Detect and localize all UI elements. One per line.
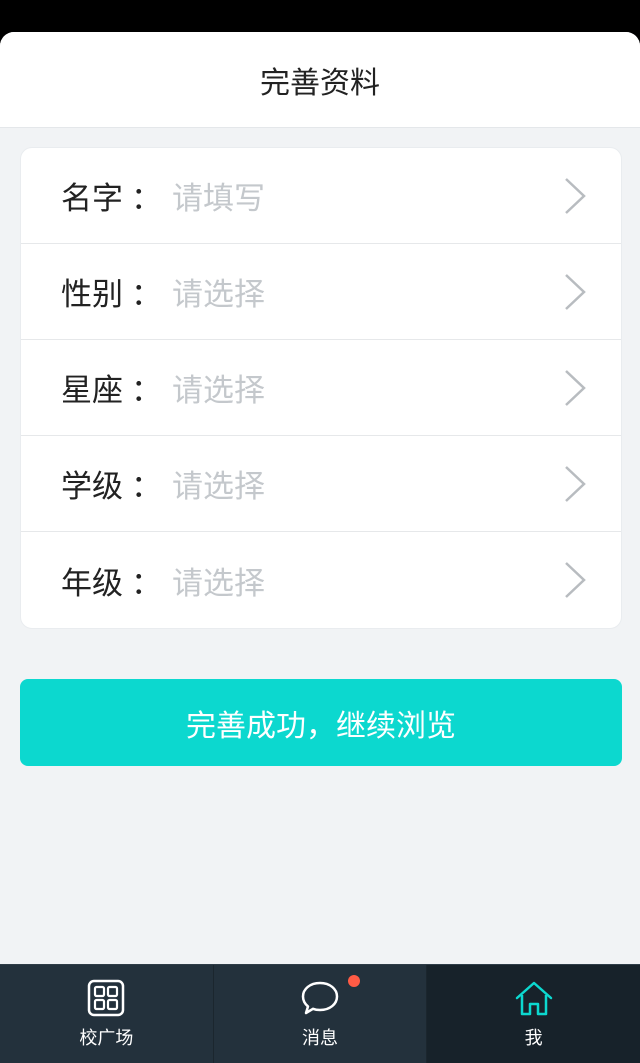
row-colon: ： xyxy=(131,277,162,313)
chevron-right-icon xyxy=(565,465,586,502)
unread-badge xyxy=(347,975,360,987)
row-colon: ： xyxy=(131,181,162,217)
row-colon: ： xyxy=(131,373,162,409)
row-colon: ： xyxy=(131,469,162,505)
chevron-right-icon xyxy=(565,273,586,310)
header: 完善资料 xyxy=(0,32,640,128)
bottom-tabbar: 校广场 消息 我 xyxy=(0,964,640,1063)
chevron-right-icon xyxy=(565,369,586,406)
school-level-select[interactable]: 请选择 xyxy=(172,461,563,506)
form-row-grade[interactable]: 年级 ： 请选择 xyxy=(21,532,621,628)
name-field[interactable]: 请填写 xyxy=(172,173,563,218)
tab-square[interactable]: 校广场 xyxy=(0,965,214,1063)
chevron-right-icon xyxy=(565,177,586,214)
row-label: 性别 xyxy=(61,277,123,313)
row-label: 年级 xyxy=(61,565,123,602)
page-sheet: 完善资料 名字 ： 请填写 性别 ： 请选择 星座 ： 请选择 学级 ： 请选择… xyxy=(0,32,640,1063)
row-colon: ： xyxy=(131,565,162,602)
row-label: 星座 xyxy=(61,373,123,409)
form-row-name[interactable]: 名字 ： 请填写 xyxy=(21,148,621,244)
tab-label: 我 xyxy=(524,1028,543,1049)
tab-me[interactable]: 我 xyxy=(427,965,640,1063)
chevron-right-icon xyxy=(565,562,586,598)
form-row-gender[interactable]: 性别 ： 请选择 xyxy=(21,244,621,340)
chat-bubble-icon xyxy=(301,981,339,1015)
tab-label: 消息 xyxy=(302,1028,338,1049)
form-row-school-level[interactable]: 学级 ： 请选择 xyxy=(21,436,621,532)
page-title: 完善资料 xyxy=(260,65,380,101)
grid-icon xyxy=(88,979,125,1017)
home-icon xyxy=(515,981,552,1016)
form-row-constellation[interactable]: 星座 ： 请选择 xyxy=(21,340,621,436)
row-label: 学级 xyxy=(61,469,123,505)
tab-messages[interactable]: 消息 xyxy=(214,965,428,1063)
grade-select[interactable]: 请选择 xyxy=(172,558,563,603)
complete-profile-button[interactable]: 完善成功，继续浏览 xyxy=(20,679,622,766)
constellation-select[interactable]: 请选择 xyxy=(172,365,563,410)
tab-label: 校广场 xyxy=(79,1028,134,1049)
row-label: 名字 xyxy=(61,181,123,217)
profile-form: 名字 ： 请填写 性别 ： 请选择 星座 ： 请选择 学级 ： 请选择 年级 ：… xyxy=(20,147,622,629)
gender-select[interactable]: 请选择 xyxy=(172,269,563,314)
